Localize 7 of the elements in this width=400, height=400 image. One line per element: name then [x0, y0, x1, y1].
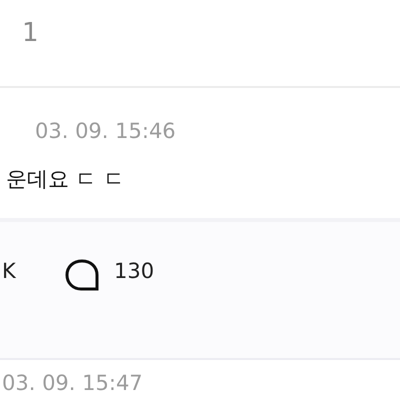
reply-count: 130: [114, 258, 154, 285]
comment-count: 1: [22, 18, 39, 48]
comment-time: 03. 09. 15:46: [34, 118, 177, 145]
comment-text: 운데요 ㄷ ㄷ: [6, 166, 126, 192]
like-count: K: [1, 258, 17, 285]
speech-bubble-icon: [64, 258, 100, 292]
comment-time: 03. 09. 15:47: [2, 371, 143, 395]
